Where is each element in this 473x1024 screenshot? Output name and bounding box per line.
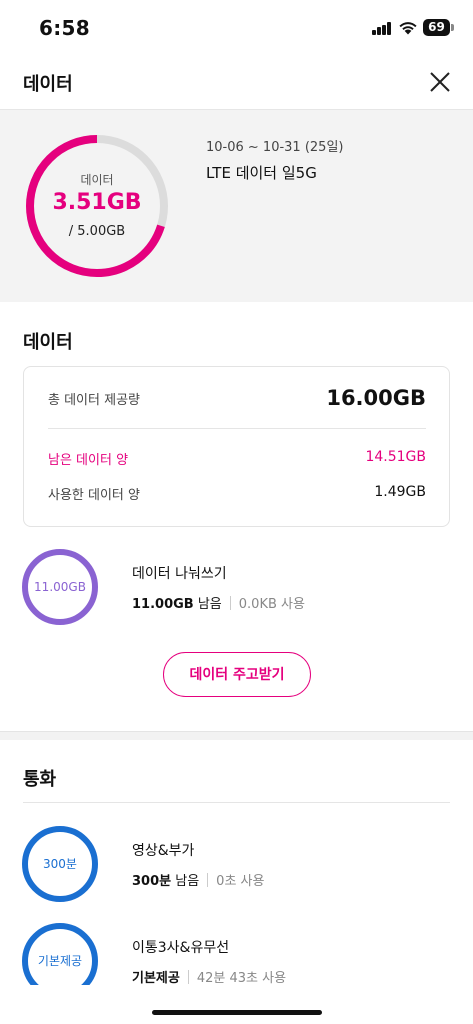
data-usage-ring: 데이터 3.51GB / 5.00GB (22, 131, 172, 281)
used-data-label: 사용한 데이터 양 (48, 488, 140, 503)
call-item-title: 영상&부가 (132, 843, 195, 859)
separator (229, 596, 231, 610)
separator (187, 970, 189, 984)
call-used: 0초 사용 (216, 874, 265, 889)
share-used: 0.0KB 사용 (238, 597, 305, 612)
share-remain-word: 남음 (197, 597, 222, 612)
status-time: 6:58 (39, 16, 90, 40)
battery-icon: 69 (423, 19, 454, 36)
call-item-title: 이통3사&유무선 (132, 940, 230, 956)
call-item-usage: 기본제공 42분 43초 사용 (132, 967, 286, 986)
call-circle: 300분 (22, 826, 98, 902)
data-detail-box: 총 데이터 제공량 16.00GB 남은 데이터 양 14.51GB 사용한 데… (23, 366, 450, 527)
plan-name: LTE 데이터 일5G (206, 164, 317, 182)
separator (207, 873, 209, 887)
status-bar: 6:58 69 (0, 0, 473, 56)
divider (48, 428, 426, 429)
call-remain-word: 남음 (175, 874, 200, 889)
cellular-signal-icon (372, 22, 392, 35)
call-section-title: 통화 (23, 769, 57, 790)
data-section-title: 데이터 (23, 332, 73, 353)
share-usage: 11.00GB 남음 0.0KB 사용 (132, 593, 305, 612)
home-indicator[interactable] (152, 1010, 322, 1015)
total-data: / 5.00GB (68, 224, 126, 239)
data-summary: 데이터 3.51GB / 5.00GB 10-06 ~ 10-31 (25일) … (0, 109, 473, 302)
wifi-icon (398, 19, 418, 35)
divider (23, 802, 450, 803)
remaining-data: 3.51GB (52, 190, 142, 215)
call-circle-text: 기본제공 (37, 954, 83, 968)
call-item-video[interactable]: 300분 영상&부가 300분 남음 0초 사용 (0, 826, 473, 906)
share-circle: 11.00GB (22, 549, 98, 625)
remaining-data-label: 남은 데이터 양 (48, 453, 129, 468)
page-title: 데이터 (23, 74, 73, 95)
app-screen: 6:58 69 데이터 데이터 3.51GB / 5.00GB 10-06 ~ … (0, 0, 473, 1024)
share-circle-text: 11.00GB (34, 580, 86, 594)
call-amount: 기본제공 (132, 971, 180, 986)
call-circle-text: 300분 (43, 857, 77, 871)
used-data-value: 1.49GB (374, 484, 426, 500)
data-gift-button[interactable]: 데이터 주고받기 (163, 652, 311, 697)
call-used: 42분 43초 사용 (196, 971, 287, 986)
share-amount: 11.00GB (132, 597, 194, 612)
section-separator (0, 731, 473, 740)
battery-level: 69 (428, 20, 445, 34)
call-item-usage: 300분 남음 0초 사용 (132, 870, 264, 889)
share-title: 데이터 나눠쓰기 (132, 566, 227, 582)
total-data-value: 16.00GB (326, 386, 426, 410)
ring-label: 데이터 (80, 173, 114, 187)
billing-period: 10-06 ~ 10-31 (25일) (206, 140, 344, 155)
close-icon (430, 72, 450, 92)
total-data-label: 총 데이터 제공량 (48, 393, 140, 408)
remaining-data-value: 14.51GB (365, 449, 426, 465)
page-header: 데이터 (0, 56, 473, 109)
data-share-item[interactable]: 11.00GB 데이터 나눠쓰기 11.00GB 남음 0.0KB 사용 (0, 549, 473, 629)
call-amount: 300분 (132, 874, 172, 889)
bottom-safe-area (0, 985, 473, 1024)
close-button[interactable] (424, 66, 456, 98)
